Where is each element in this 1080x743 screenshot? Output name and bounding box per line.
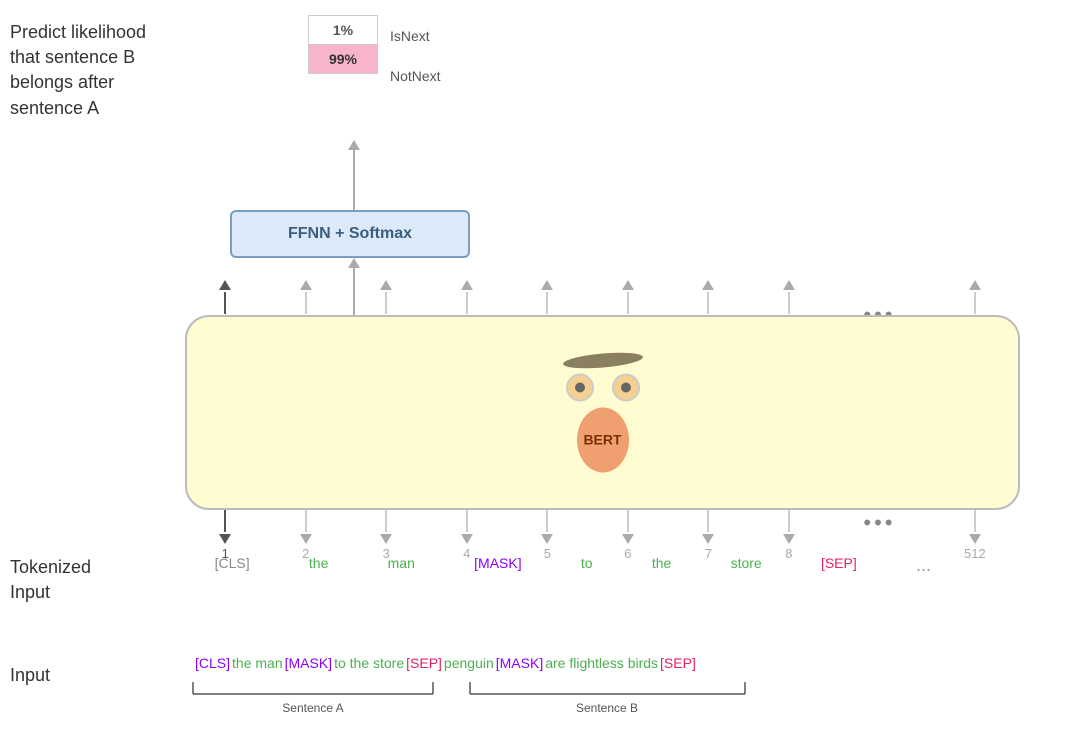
arrow-down-3 [380, 534, 392, 544]
arrow-down-6 [622, 534, 634, 544]
shaft-2 [305, 292, 307, 314]
arrow-up-4 [461, 280, 473, 290]
shaft-7 [707, 292, 709, 314]
input-cls: [CLS] [195, 655, 230, 671]
is-next-row: 1% [309, 16, 377, 45]
pos-bot-2: 2 [300, 510, 312, 561]
input-sentence: [CLS] the man [MASK] to the store [SEP] … [195, 655, 696, 671]
pos-bot-512: 512 [964, 510, 986, 561]
arrow-up-8 [783, 280, 795, 290]
token-to: to [581, 555, 593, 571]
token-cls: [CLS] [215, 555, 250, 571]
pos-bot-8: 8 [783, 510, 795, 561]
not-next-pct: 99% [329, 51, 357, 67]
pos-bot-dots: ••• [863, 510, 895, 536]
arrow-down-2 [300, 534, 312, 544]
arrowhead-up-output [348, 140, 360, 150]
arrow-up-2 [300, 280, 312, 290]
input-mask-1: [MASK] [285, 655, 332, 671]
pos-bot-6: 6 [622, 510, 634, 561]
bert-eyes [566, 373, 640, 401]
bert-right-eye [612, 373, 640, 401]
bert-left-pupil [575, 382, 585, 392]
is-next-pct: 1% [333, 22, 353, 38]
input-label: Input [10, 665, 50, 686]
arrow-up-1 [219, 280, 231, 290]
arrow-down-7 [702, 534, 714, 544]
svg-text:Sentence B: Sentence B [576, 701, 638, 715]
shaft-5 [546, 292, 548, 314]
arrow-down-512 [969, 534, 981, 544]
arrow-up-3 [380, 280, 392, 290]
input-mask-2: [MASK] [496, 655, 543, 671]
shaft-3 [385, 292, 387, 314]
shaft-6 [627, 292, 629, 314]
svg-text:Sentence A: Sentence A [282, 701, 343, 715]
tokens-row: [CLS] the man [MASK] to the store [SEP] … [185, 555, 1020, 576]
bert-nose: BERT [577, 407, 629, 472]
shaft-bot-1 [224, 510, 226, 532]
input-sep-2: [SEP] [660, 655, 696, 671]
arrow-up-7 [702, 280, 714, 290]
pos-bot-4: 4 [461, 510, 473, 561]
diagram-container: Predict likelihoodthat sentence Bbelongs… [0, 0, 1080, 743]
is-next-label: IsNext [390, 28, 430, 44]
arrow-up-5 [541, 280, 553, 290]
shaft-8 [788, 292, 790, 314]
predict-label: Predict likelihoodthat sentence Bbelongs… [10, 20, 170, 121]
input-the-man: the man [232, 655, 283, 671]
ffnn-label: FFNN + Softmax [288, 225, 412, 243]
token-the-1: the [309, 555, 328, 571]
input-flightless: are flightless birds [545, 655, 658, 671]
token-store: store [731, 555, 762, 571]
input-to-the-store: to the store [334, 655, 404, 671]
arrowhead-up-main [348, 258, 360, 268]
pos-bot-7: 7 [702, 510, 714, 561]
bert-label: BERT [583, 432, 621, 448]
bert-right-pupil [621, 382, 631, 392]
arrow-down-5 [541, 534, 553, 544]
token-sep: [SEP] [821, 555, 857, 571]
pos-bot-1: 1 [219, 510, 231, 561]
tokenized-input-label: TokenizedInput [10, 555, 140, 605]
pos-bot-3: 3 [380, 510, 392, 561]
output-arrow [348, 140, 360, 212]
arrow-down-8 [783, 534, 795, 544]
not-next-label: NotNext [390, 68, 441, 84]
bert-left-eye [566, 373, 594, 401]
arrow-up-6 [622, 280, 634, 290]
shaft-4 [466, 292, 468, 314]
shaft-1 [224, 292, 226, 314]
arrow-down-4 [461, 534, 473, 544]
token-dots: ... [916, 555, 931, 576]
not-next-row: 99% [309, 45, 377, 73]
input-penguin: penguin [444, 655, 494, 671]
token-the-2: the [652, 555, 671, 571]
arrow-down-1 [219, 534, 231, 544]
arrow-shaft-output [353, 150, 355, 212]
sentence-brackets-svg: Sentence A Sentence B [185, 680, 905, 735]
bert-box: BERT [185, 315, 1020, 510]
output-probability-box: 1% 99% [308, 15, 378, 74]
input-sep-1: [SEP] [406, 655, 442, 671]
arrow-up-512 [969, 280, 981, 290]
position-numbers-bottom: 1 2 3 4 5 6 7 [185, 510, 1020, 561]
ffnn-box: FFNN + Softmax [230, 210, 470, 258]
token-man: man [388, 555, 415, 571]
pos-bot-5: 5 [541, 510, 553, 561]
token-mask-1: [MASK] [474, 555, 521, 571]
bert-eyebrow [562, 350, 643, 371]
shaft-512 [974, 292, 976, 314]
bert-face: BERT [563, 353, 643, 472]
